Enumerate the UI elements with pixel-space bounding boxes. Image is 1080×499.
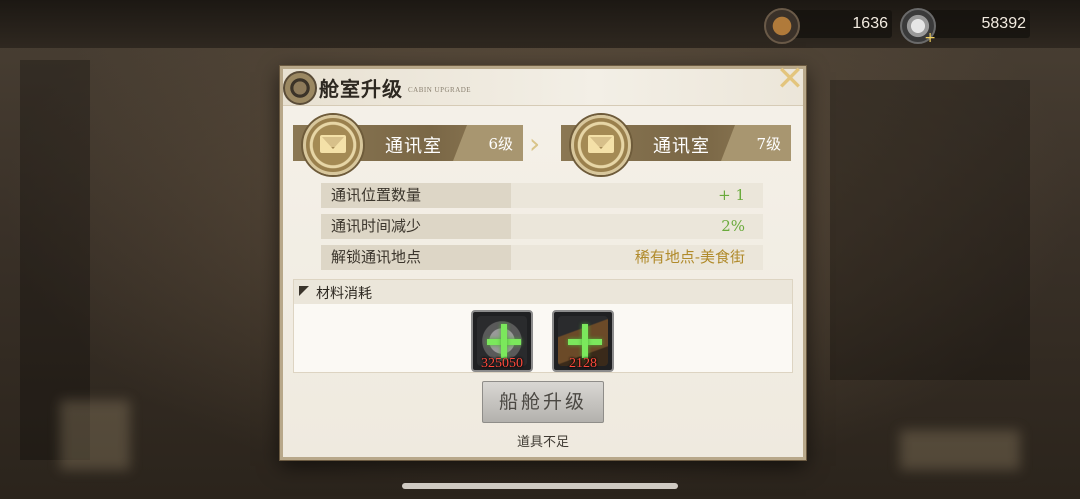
currency-books: 1636 (764, 8, 892, 44)
material-slot-book[interactable]: 2128 (552, 310, 614, 372)
silver-coin-add-icon[interactable]: + (900, 8, 936, 46)
currency-silver-value: 58392 (981, 15, 1027, 32)
stat-label: 通讯时间减少 (321, 214, 511, 239)
close-icon[interactable]: ✕ (775, 62, 805, 96)
envelope-medal-icon (571, 115, 631, 175)
background-glow (900, 430, 1020, 470)
stat-row: 通讯时间减少 2% (321, 214, 763, 239)
corner-triangle-icon (299, 286, 309, 296)
currency-silver: + 58392 (900, 8, 1030, 46)
stat-label: 通讯位置数量 (321, 183, 511, 208)
material-count: 2128 (569, 356, 597, 371)
cabin-upgrade-dialog: 舱室升级 CABIN UPGRADE 通讯室 6级 › 通讯室 7级 通讯位置数… (280, 66, 806, 460)
stat-row: 通讯位置数量 + 1 (321, 183, 763, 208)
dialog-title: 舱室升级 (319, 77, 403, 101)
book-currency-icon (764, 8, 800, 44)
home-indicator[interactable] (402, 483, 678, 489)
background-cabinet (830, 80, 1030, 380)
materials-title: 材料消耗 (316, 286, 372, 302)
envelope-medal-icon (303, 115, 363, 175)
current-room-level: 6级 (488, 135, 513, 153)
stat-value: 稀有地点-美食街 (511, 245, 763, 270)
dialog-header: 舱室升级 CABIN UPGRADE (283, 69, 803, 106)
stat-value: + 1 (511, 183, 763, 208)
next-room-level: 7级 (756, 135, 781, 153)
material-slot-silver[interactable]: 325050 (471, 310, 533, 372)
materials-panel: 材料消耗 325050 2128 (293, 279, 793, 373)
background-lamp (60, 400, 130, 470)
stat-label: 解锁通讯地点 (321, 245, 511, 270)
current-room-name: 通讯室 (385, 136, 442, 157)
stat-row: 解锁通讯地点 稀有地点-美食街 (321, 245, 763, 270)
insufficient-items-note: 道具不足 (516, 435, 569, 450)
cabin-upgrade-button[interactable]: 船舱升级 (482, 381, 604, 423)
level-arrow-icon: › (529, 127, 541, 160)
material-count: 325050 (481, 356, 523, 371)
add-plus-icon-vertical (582, 324, 588, 358)
dialog-subtitle: CABIN UPGRADE (408, 86, 472, 94)
add-plus-icon-vertical (501, 324, 507, 358)
current-level-card: 通讯室 6级 (293, 115, 523, 175)
next-level-card: 通讯室 7级 (561, 115, 791, 175)
materials-header: 材料消耗 (294, 280, 792, 304)
currency-books-value: 1636 (852, 15, 888, 32)
next-room-name: 通讯室 (653, 136, 710, 157)
header-emblem-icon (283, 71, 317, 105)
stat-value: 2% (511, 214, 763, 239)
